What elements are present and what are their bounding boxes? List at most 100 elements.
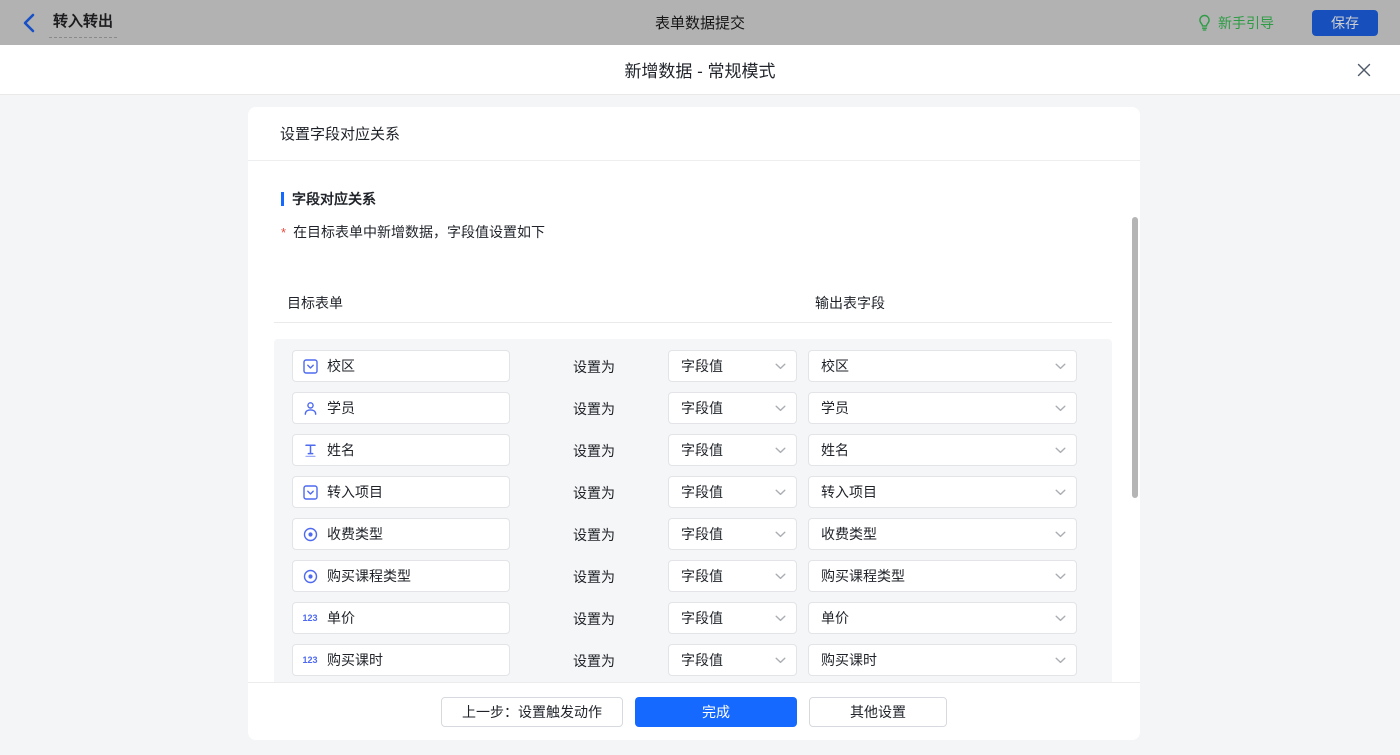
add-data-modal: 新增数据 - 常规模式 设置字段对应关系 字段对应关系 * 在目标表单中新增数据… bbox=[0, 45, 1400, 755]
lightbulb-icon bbox=[1197, 14, 1212, 31]
target-form-field[interactable]: 123 购买课时 bbox=[292, 644, 510, 676]
member-field-icon bbox=[302, 401, 318, 416]
set-as-label: 设置为 bbox=[573, 567, 615, 587]
mapping-row: 校区设置为字段值校区 bbox=[274, 350, 1112, 382]
value-type-select[interactable]: 字段值 bbox=[668, 350, 797, 382]
mapping-row: 购买课程类型 设置为 字段值 购买课程类型 bbox=[274, 560, 1112, 592]
mapping-row: 学员设置为字段值学员 bbox=[274, 392, 1112, 424]
section-accent-bar bbox=[281, 192, 284, 206]
field-label: 收费类型 bbox=[327, 524, 383, 544]
output-field-select[interactable]: 单价 bbox=[808, 602, 1077, 634]
flow-title[interactable]: 转入转出 bbox=[49, 8, 117, 38]
topbar: 转入转出 表单数据提交 新手引导 保存 bbox=[0, 0, 1400, 45]
target-form-field[interactable]: 购买课程类型 bbox=[292, 560, 510, 592]
output-field-select[interactable]: 购买课程类型 bbox=[808, 560, 1077, 592]
set-as-label: 设置为 bbox=[573, 609, 615, 629]
target-form-field[interactable]: 学员 bbox=[292, 392, 510, 424]
chevron-down-icon bbox=[775, 615, 786, 622]
back-icon[interactable] bbox=[22, 13, 35, 33]
number-field-icon: 123 bbox=[302, 613, 318, 623]
chevron-down-icon bbox=[775, 447, 786, 454]
chevron-down-icon bbox=[1055, 405, 1066, 412]
chevron-down-icon bbox=[1055, 489, 1066, 496]
output-field-selected: 收费类型 bbox=[821, 524, 877, 544]
value-type-selected: 字段值 bbox=[681, 608, 723, 628]
prev-step-button[interactable]: 上一步：设置触发动作 bbox=[441, 697, 623, 727]
select-field-icon bbox=[302, 359, 318, 374]
value-type-select[interactable]: 字段值 bbox=[668, 560, 797, 592]
value-type-selected: 字段值 bbox=[681, 440, 723, 460]
value-type-selected: 字段值 bbox=[681, 356, 723, 376]
other-settings-button[interactable]: 其他设置 bbox=[809, 697, 947, 727]
mapping-list: 校区设置为字段值校区学员设置为字段值学员姓名设置为字段值姓名转入项目设置为字段值… bbox=[274, 339, 1112, 736]
output-field-selected: 单价 bbox=[821, 608, 849, 628]
field-label: 购买课程类型 bbox=[327, 566, 411, 586]
finish-button[interactable]: 完成 bbox=[635, 697, 797, 727]
set-as-label: 设置为 bbox=[573, 399, 615, 419]
chevron-down-icon bbox=[775, 363, 786, 370]
vertical-scrollbar[interactable] bbox=[1132, 217, 1138, 498]
value-type-selected: 字段值 bbox=[681, 650, 723, 670]
value-type-select[interactable]: 字段值 bbox=[668, 602, 797, 634]
page-title: 表单数据提交 bbox=[0, 12, 1400, 33]
output-field-selected: 姓名 bbox=[821, 440, 849, 460]
output-field-select[interactable]: 收费类型 bbox=[808, 518, 1077, 550]
chevron-down-icon bbox=[1055, 363, 1066, 370]
output-field-select[interactable]: 购买课时 bbox=[808, 644, 1077, 676]
output-field-select[interactable]: 姓名 bbox=[808, 434, 1077, 466]
chevron-down-icon bbox=[1055, 657, 1066, 664]
target-form-field[interactable]: 123 单价 bbox=[292, 602, 510, 634]
field-mapping-card: 设置字段对应关系 字段对应关系 * 在目标表单中新增数据，字段值设置如下 目标表… bbox=[248, 107, 1140, 740]
set-as-label: 设置为 bbox=[573, 651, 615, 671]
value-type-select[interactable]: 字段值 bbox=[668, 644, 797, 676]
value-type-select[interactable]: 字段值 bbox=[668, 476, 797, 508]
field-label: 购买课时 bbox=[327, 650, 383, 670]
required-asterisk: * bbox=[281, 225, 286, 240]
mapping-row: 姓名 设置为 字段值 姓名 bbox=[274, 434, 1112, 466]
output-field-select[interactable]: 校区 bbox=[808, 350, 1077, 382]
close-icon[interactable] bbox=[1352, 58, 1376, 82]
output-field-selected: 校区 bbox=[821, 356, 849, 376]
save-button[interactable]: 保存 bbox=[1312, 10, 1378, 36]
column-header-target-form: 目标表单 bbox=[287, 293, 343, 313]
output-field-select[interactable]: 转入项目 bbox=[808, 476, 1077, 508]
text-field-icon bbox=[302, 443, 318, 458]
chevron-down-icon bbox=[775, 489, 786, 496]
number-field-icon: 123 bbox=[302, 655, 318, 665]
mapping-row: 123 单价 设置为 字段值 单价 bbox=[274, 602, 1112, 634]
field-label: 转入项目 bbox=[327, 482, 383, 502]
column-header-output-field: 输出表字段 bbox=[815, 293, 885, 313]
chevron-down-icon bbox=[775, 531, 786, 538]
value-type-select[interactable]: 字段值 bbox=[668, 392, 797, 424]
set-as-label: 设置为 bbox=[573, 441, 615, 461]
card-content: 字段对应关系 * 在目标表单中新增数据，字段值设置如下 目标表单 输出表字段 校… bbox=[248, 161, 1140, 740]
target-form-field[interactable]: 校区 bbox=[292, 350, 510, 382]
output-field-select[interactable]: 学员 bbox=[808, 392, 1077, 424]
value-type-selected: 字段值 bbox=[681, 482, 723, 502]
columns-divider bbox=[274, 322, 1112, 323]
target-form-field[interactable]: 收费类型 bbox=[292, 518, 510, 550]
value-type-select[interactable]: 字段值 bbox=[668, 518, 797, 550]
set-as-label: 设置为 bbox=[573, 525, 615, 545]
modal-body: 设置字段对应关系 字段对应关系 * 在目标表单中新增数据，字段值设置如下 目标表… bbox=[0, 95, 1400, 755]
modal-title: 新增数据 - 常规模式 bbox=[624, 57, 775, 82]
radio-field-icon bbox=[302, 527, 318, 542]
radio-field-icon bbox=[302, 569, 318, 584]
section-title: 字段对应关系 bbox=[281, 189, 1140, 209]
screen: 转入转出 表单数据提交 新手引导 保存 新增数据 - 常规模式 设置字段对应关系 bbox=[0, 0, 1400, 755]
select-field-icon bbox=[302, 485, 318, 500]
output-field-selected: 购买课程类型 bbox=[821, 566, 905, 586]
field-label: 单价 bbox=[327, 608, 355, 628]
target-form-field[interactable]: 姓名 bbox=[292, 434, 510, 466]
chevron-down-icon bbox=[1055, 531, 1066, 538]
value-type-select[interactable]: 字段值 bbox=[668, 434, 797, 466]
chevron-down-icon bbox=[1055, 447, 1066, 454]
modal-header: 新增数据 - 常规模式 bbox=[0, 45, 1400, 95]
output-field-selected: 转入项目 bbox=[821, 482, 877, 502]
mapping-row: 转入项目设置为字段值转入项目 bbox=[274, 476, 1112, 508]
value-type-selected: 字段值 bbox=[681, 566, 723, 586]
target-form-field[interactable]: 转入项目 bbox=[292, 476, 510, 508]
beginner-guide-link[interactable]: 新手引导 bbox=[1197, 13, 1274, 33]
chevron-down-icon bbox=[775, 405, 786, 412]
card-title: 设置字段对应关系 bbox=[248, 107, 1140, 161]
